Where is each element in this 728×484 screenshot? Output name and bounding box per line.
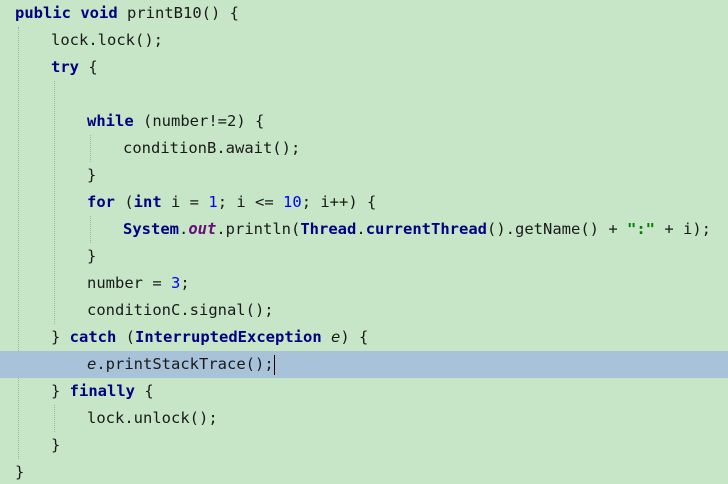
- code-token: .printStackTrace();: [96, 355, 274, 373]
- code-token: .: [356, 220, 366, 238]
- code-token: conditionB.await();: [123, 139, 301, 157]
- code-token: try: [51, 58, 79, 76]
- code-token: ;: [180, 274, 190, 292]
- code-line[interactable]: conditionC.signal();: [0, 297, 728, 324]
- code-token: public: [15, 4, 71, 22]
- code-token: {: [135, 382, 154, 400]
- text-caret: [273, 354, 275, 375]
- code-token: number =: [87, 274, 171, 292]
- code-token: ; i++) {: [301, 193, 377, 211]
- code-token: void: [80, 4, 118, 22]
- code-line[interactable]: }: [0, 162, 728, 189]
- code-token: ":": [627, 220, 655, 238]
- code-token: }: [51, 328, 70, 346]
- code-token: {: [79, 58, 98, 76]
- code-line[interactable]: while (number!=2) {: [0, 108, 728, 135]
- code-line[interactable]: }: [0, 459, 728, 484]
- code-token: lock.lock();: [51, 31, 163, 49]
- code-line[interactable]: try {: [0, 54, 728, 81]
- code-line[interactable]: e.printStackTrace();: [0, 351, 728, 378]
- code-line[interactable]: public void printB10() {: [0, 0, 728, 27]
- code-token: lock.unlock();: [87, 409, 218, 427]
- code-token: (number!=2) {: [133, 112, 265, 130]
- code-line[interactable]: }: [0, 243, 728, 270]
- code-token: Thread: [300, 220, 357, 238]
- code-token: catch: [69, 328, 117, 346]
- code-token: + i);: [655, 220, 711, 238]
- code-token: printB10() {: [117, 4, 239, 22]
- code-line[interactable]: } finally {: [0, 378, 728, 405]
- code-token: }: [87, 247, 97, 265]
- code-line[interactable]: lock.lock();: [0, 27, 728, 54]
- code-token: 3: [171, 274, 181, 292]
- code-token: out: [188, 220, 217, 238]
- code-line[interactable]: } catch (InterruptedException e) {: [0, 324, 728, 351]
- code-token: i =: [161, 193, 209, 211]
- code-line[interactable]: System.out.println(Thread.currentThread(…: [0, 216, 728, 243]
- code-token: int: [133, 193, 162, 211]
- code-token: 1: [208, 193, 218, 211]
- code-token: System: [123, 220, 179, 238]
- code-line[interactable]: number = 3;: [0, 270, 728, 297]
- code-line[interactable]: lock.unlock();: [0, 405, 728, 432]
- code-token: }: [51, 382, 70, 400]
- code-editor[interactable]: public void printB10() { lock.lock(); try …: [0, 0, 728, 484]
- code-line[interactable]: conditionB.await();: [0, 135, 728, 162]
- code-token: while: [87, 112, 134, 130]
- code-token: InterruptedException: [135, 328, 322, 346]
- code-token: ) {: [340, 328, 369, 346]
- code-token: conditionC.signal();: [87, 301, 274, 319]
- code-token: .: [179, 220, 189, 238]
- code-line[interactable]: for (int i = 1; i <= 10; i++) {: [0, 189, 728, 216]
- code-token: ().getName() +: [487, 220, 627, 238]
- code-token: }: [87, 166, 97, 184]
- code-token: e: [87, 355, 97, 373]
- code-token: finally: [69, 382, 135, 400]
- code-token: for: [87, 193, 115, 211]
- code-token: }: [51, 436, 61, 454]
- code-line[interactable]: }: [0, 432, 728, 459]
- code-token: e: [331, 328, 341, 346]
- code-token: }: [15, 463, 25, 481]
- code-token: (: [116, 328, 136, 346]
- code-line[interactable]: [0, 81, 728, 108]
- code-token: 10: [283, 193, 302, 211]
- code-token: (: [115, 193, 134, 211]
- code-token: ; i <=: [217, 193, 284, 211]
- code-token: .println(: [216, 220, 301, 238]
- code-token: currentThread: [365, 220, 488, 238]
